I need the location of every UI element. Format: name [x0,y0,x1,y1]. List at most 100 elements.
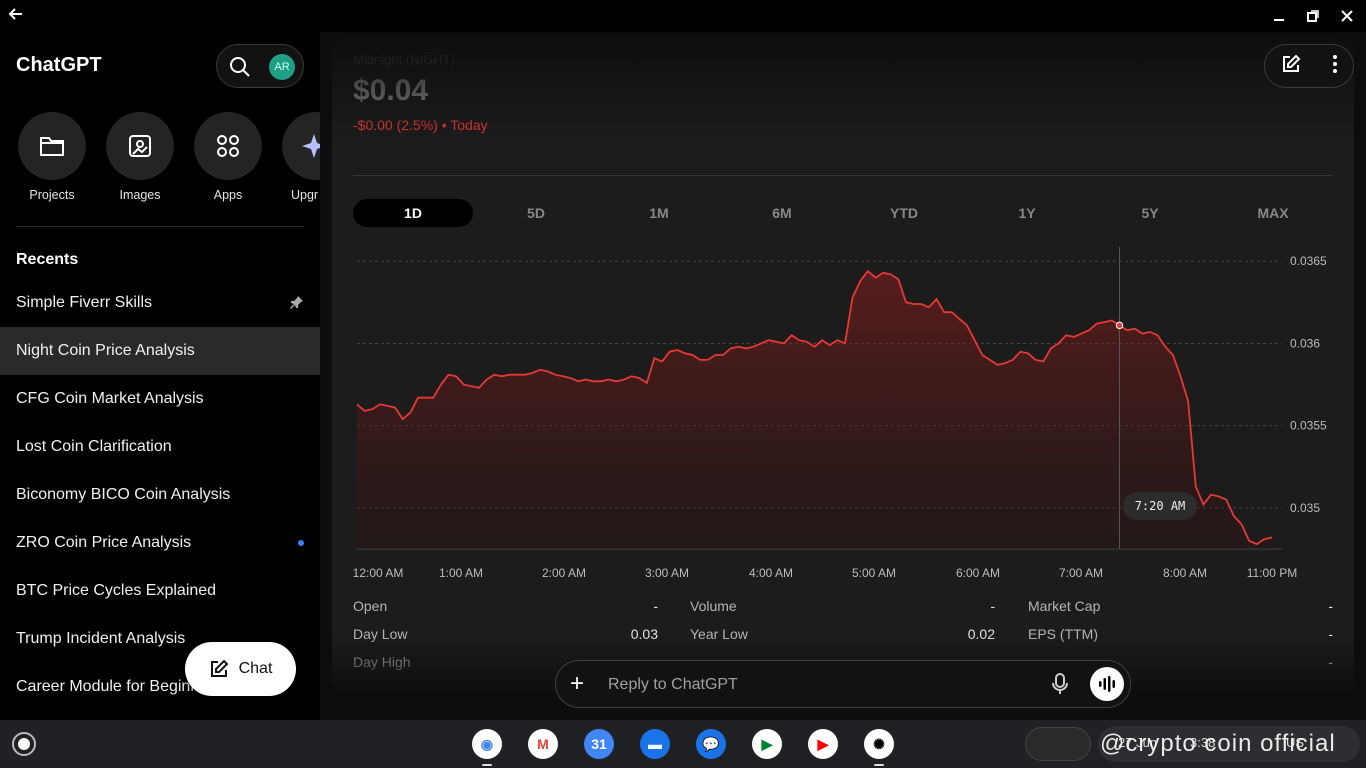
range-tab-1m[interactable]: 1M [599,199,719,227]
x-tick-label: 3:00 AM [645,566,689,580]
range-tab-ytd[interactable]: YTD [844,199,964,227]
window-controls [1270,6,1356,26]
window-title-bar [0,0,1366,32]
arrow-left-icon[interactable] [8,6,28,26]
recent-chat-item-active[interactable]: Night Coin Price Analysis [0,327,320,375]
y-tick-label: 0.035 [1290,501,1320,515]
range-tab-1y[interactable]: 1Y [967,199,1087,227]
image-icon [129,135,151,157]
stat-year-low: Year Low 0.02 [690,626,995,642]
y-tick-label: 0.0355 [1290,419,1327,433]
video-thumbnail[interactable] [1025,727,1091,761]
unread-dot [298,540,304,546]
app-window: ChatGPT AR Projects Images Apps Upgr Rec… [0,0,1366,768]
x-tick-label: 8:00 AM [1163,566,1207,580]
recent-chat-item[interactable]: CFG Coin Market Analysis [0,375,320,423]
quick-action-upgrade[interactable]: Upgr [282,112,320,202]
search-icon[interactable] [229,56,251,83]
more-vertical-icon[interactable] [1332,54,1338,79]
y-tick-label: 0.0365 [1290,254,1327,268]
quick-action-images[interactable]: Images [106,112,174,202]
quick-action-projects[interactable]: Projects [18,112,86,202]
recent-chat-label: ZRO Coin Price Analysis [16,534,192,551]
x-tick-label: 4:00 AM [749,566,793,580]
recent-chat-label: Lost Coin Clarification [16,438,172,455]
range-tab-6m[interactable]: 6M [722,199,842,227]
youtube-icon[interactable]: ▶ [808,729,838,759]
divider [16,226,304,227]
y-tick-label: 0.036 [1290,336,1320,350]
brand-title: ChatGPT [16,54,102,76]
restore-icon[interactable] [1304,6,1322,26]
recent-chat-label: Career Module for Beginn [16,678,200,695]
running-indicator [482,764,492,766]
launcher-icon[interactable] [12,732,36,756]
recent-chat-item[interactable]: Simple Fiverr Skills [0,279,320,327]
main-content: Midnight (NIGHT) $0.04 -$0.00 (2.5%) • T… [320,32,1366,720]
plus-icon[interactable]: + [570,672,584,696]
watermark: @crypto coin official [1100,730,1336,757]
recent-chat-label: Trump Incident Analysis [16,630,186,647]
stat-open: Open - [353,598,658,614]
sparkle-icon [302,134,320,158]
search-and-account[interactable]: AR [216,44,304,88]
recent-chat-item[interactable]: Lost Coin Clarification [0,423,320,471]
price-chart[interactable]: 0.0365 0.036 0.0355 0.035 12:00 AM 1:00 AM 2:0… [332,237,1354,582]
close-icon[interactable] [1338,6,1356,26]
stat-day-low: Day Low 0.03 [353,626,658,642]
calendar-icon[interactable]: 31 [584,729,614,759]
recent-chat-item[interactable]: BTC Price Cycles Explained [0,567,320,615]
quick-action-label: Projects [29,188,75,202]
recent-chat-item[interactable]: Biconomy BICO Coin Analysis [0,471,320,519]
edit-icon[interactable] [1281,54,1301,79]
x-tick-label: 2:00 AM [542,566,586,580]
range-tab-5y[interactable]: 5Y [1090,199,1210,227]
x-tick-label: 6:00 AM [956,566,1000,580]
x-tick-label: 7:00 AM [1059,566,1103,580]
voice-mode-icon[interactable] [1090,667,1124,701]
stat-eps: EPS (TTM) - [1028,626,1333,642]
messages-icon[interactable]: 💬 [696,729,726,759]
x-tick-label: 11:00 PM [1247,566,1297,580]
quick-action-apps[interactable]: Apps [194,112,262,202]
chatgpt-icon[interactable]: ✺ [864,729,894,759]
x-tick-label: 1:00 AM [439,566,483,580]
chrome-icon[interactable]: ◉ [472,729,502,759]
composer[interactable]: + Reply to ChatGPT [555,660,1131,708]
divider [353,175,1333,176]
range-tab-5d[interactable]: 5D [476,199,596,227]
recent-chat-item[interactable]: ZRO Coin Price Analysis [0,519,320,567]
new-chat-button[interactable]: Chat [185,642,296,696]
x-tick-label: 12:00 AM [353,566,404,580]
pin-icon [290,295,304,313]
quick-action-label: Apps [213,188,243,202]
new-chat-label: Chat [238,660,273,677]
minimize-icon[interactable] [1270,6,1288,26]
composer-placeholder[interactable]: Reply to ChatGPT [608,676,738,694]
running-indicator [874,764,884,766]
recent-chat-label: BTC Price Cycles Explained [16,582,217,599]
recent-chat-label: Night Coin Price Analysis [16,342,195,359]
apps-grid-icon [217,135,239,157]
chart-hover-time: 7:20 AM [1123,492,1197,520]
range-tab-1d[interactable]: 1D [353,199,473,227]
stock-name: Midnight (NIGHT) [353,52,455,67]
recent-chat-label: Simple Fiverr Skills [16,294,153,311]
microphone-icon[interactable] [1052,673,1068,700]
quick-action-label: Upgr [291,188,319,202]
top-actions [1264,44,1354,88]
range-selector: 1D 5D 1M 6M YTD 1Y 5Y MAX [353,199,1337,227]
x-tick-label: 5:00 AM [852,566,896,580]
range-tab-max[interactable]: MAX [1213,199,1333,227]
files-icon[interactable]: ▬ [640,729,670,759]
stock-card: Midnight (NIGHT) $0.04 -$0.00 (2.5%) • T… [332,32,1354,696]
meet-icon[interactable]: ▶ [752,729,782,759]
hover-point [1115,321,1124,330]
folder-icon [40,137,64,156]
recent-chat-label: CFG Coin Market Analysis [16,390,204,407]
recents-heading: Recents [16,251,79,268]
avatar[interactable]: AR [269,54,295,80]
recent-chat-label: Biconomy BICO Coin Analysis [16,486,231,503]
gmail-icon[interactable]: M [528,729,558,759]
stat-volume: Volume - [690,598,995,614]
